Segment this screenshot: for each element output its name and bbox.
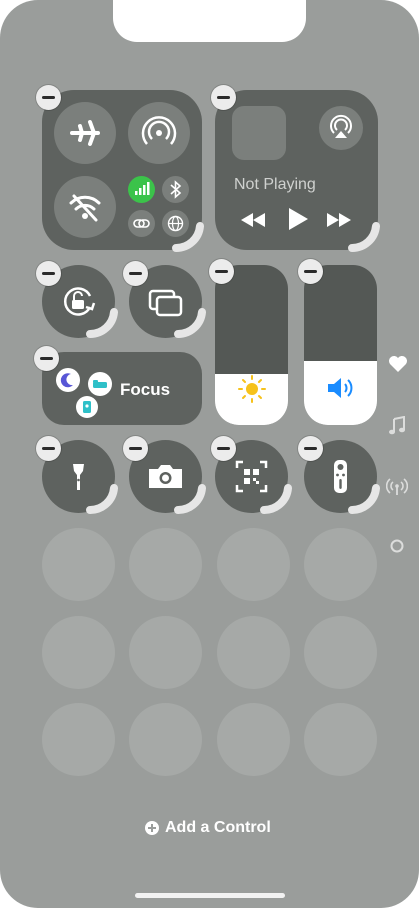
airdrop-button[interactable] [128,102,190,164]
remove-brightness-button[interactable] [209,259,234,284]
focus-label: Focus [120,380,171,399]
empty-slot[interactable] [304,528,377,601]
remove-flashlight-button[interactable] [36,436,61,461]
resize-handle[interactable] [348,484,382,514]
focus-moon-badge [56,368,80,392]
device-notch [113,0,306,42]
wifi-off-icon [69,194,101,222]
resize-handle[interactable] [172,222,206,252]
antenna-icon[interactable] [386,478,408,496]
remove-focus-button[interactable] [34,346,59,371]
airplane-icon [70,120,100,146]
rewind-icon [241,213,265,227]
album-artwork [232,106,286,160]
focus-sleep-badge [88,372,112,396]
empty-slot[interactable] [129,528,202,601]
brightness-slider[interactable] [215,265,288,425]
play-icon [289,208,308,230]
focus-module[interactable]: Focus [42,352,202,425]
rewind-button[interactable] [239,210,267,230]
empty-slot[interactable] [217,528,290,601]
wifi-button[interactable] [54,176,116,238]
volume-slider[interactable] [304,265,377,425]
airdrop-icon [141,116,177,145]
music-note-icon[interactable] [388,416,406,436]
remove-now-playing-button[interactable] [211,85,236,110]
resize-handle[interactable] [348,222,382,252]
hotspot-button[interactable] [128,210,155,237]
play-button[interactable] [286,206,310,232]
airplay-button[interactable] [319,106,363,150]
empty-slot[interactable] [42,616,115,689]
sun-icon [238,375,266,403]
empty-slot[interactable] [129,703,202,776]
bluetooth-icon [170,180,182,199]
focus-work-badge [76,396,98,418]
resize-handle[interactable] [86,484,120,514]
empty-slot[interactable] [217,616,290,689]
remove-connectivity-button[interactable] [36,85,61,110]
resize-handle[interactable] [260,484,294,514]
empty-slot[interactable] [304,703,377,776]
remove-remote-button[interactable] [298,436,323,461]
circle-icon[interactable] [389,538,405,554]
add-control-label: Add a Control [165,819,271,836]
moon-icon [60,373,73,388]
airplay-audio-icon [330,114,352,138]
empty-slot[interactable] [42,528,115,601]
airplane-mode-button[interactable] [54,102,116,164]
plus-circle-icon [145,821,159,835]
remove-orientation-lock-button[interactable] [36,261,61,286]
resize-handle[interactable] [174,484,208,514]
resize-handle[interactable] [86,308,120,338]
speaker-icon [328,378,353,398]
remove-screen-mirroring-button[interactable] [123,261,148,286]
control-center-edit-screen: Not Playing Focus Add a Control [0,0,419,908]
empty-slot[interactable] [217,703,290,776]
bed-icon [93,380,107,388]
cellular-signal-icon [135,182,150,195]
add-control-button[interactable]: Add a Control [145,819,271,837]
link-icon [133,219,150,228]
heart-icon[interactable] [388,355,408,373]
id-badge-icon [83,401,91,413]
empty-slot[interactable] [42,703,115,776]
empty-slot[interactable] [129,616,202,689]
remove-code-scanner-button[interactable] [211,436,236,461]
home-indicator[interactable] [135,893,285,898]
resize-handle[interactable] [174,308,208,338]
remove-volume-button[interactable] [298,259,323,284]
bluetooth-button[interactable] [162,176,189,203]
cellular-data-button[interactable] [128,176,155,203]
empty-slot[interactable] [304,616,377,689]
now-playing-status: Not Playing [234,176,316,193]
remove-camera-button[interactable] [123,436,148,461]
